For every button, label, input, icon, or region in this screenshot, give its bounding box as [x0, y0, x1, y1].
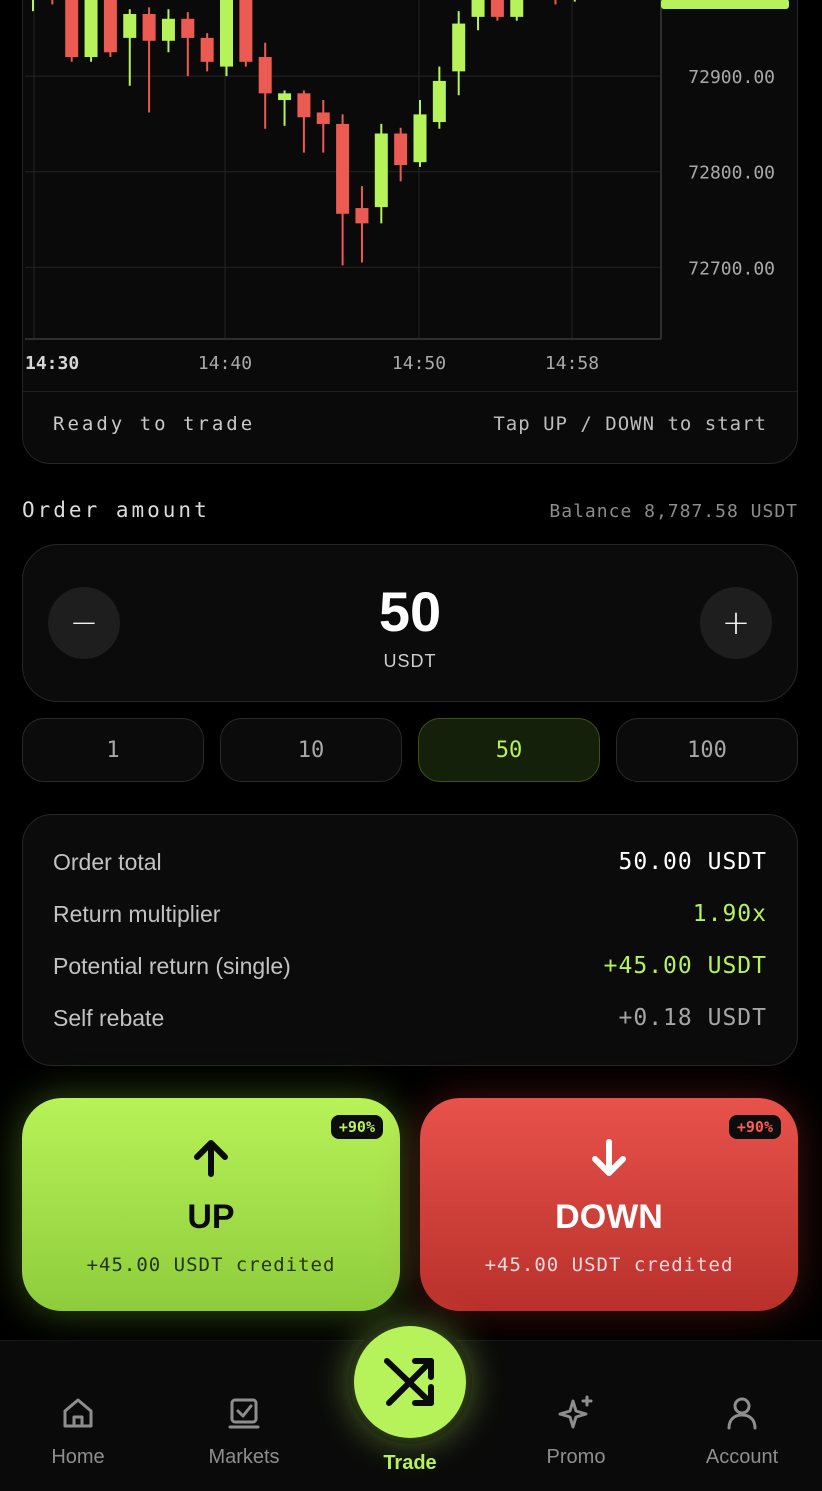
home-icon	[63, 1398, 93, 1428]
nav-account[interactable]: Account	[677, 1341, 807, 1491]
summary-label: Potential return (single)	[53, 953, 291, 979]
candle-down	[142, 14, 156, 41]
down-button-label: DOWN	[555, 1198, 663, 1236]
order-amount-title: Order amount	[22, 498, 210, 522]
nav-home[interactable]: Home	[13, 1341, 143, 1491]
trade-status: Ready to trade	[53, 413, 256, 435]
price-axis-label: 72800.00	[688, 163, 775, 184]
summary-value: +45.00 USDT	[603, 953, 767, 979]
amount-presets: 1 10 50 100	[22, 718, 798, 782]
candle-down	[394, 133, 408, 166]
summary-value: 50.00 USDT	[618, 849, 767, 875]
amount-card: − 50 USDT +	[22, 544, 798, 702]
order-amount-unit: USDT	[383, 651, 437, 671]
candle-up	[84, 0, 98, 58]
summary-row-return-multiplier: Return multiplier 1.90x	[53, 899, 767, 931]
candle-up	[123, 14, 137, 38]
candle-down	[181, 18, 195, 38]
candle-up	[471, 0, 485, 17]
time-axis-label: 14:40	[198, 353, 252, 374]
down-button[interactable]: +90% DOWN +45.00 USDT credited	[420, 1098, 798, 1311]
candle-up	[452, 23, 466, 72]
up-button[interactable]: +90% UP +45.00 USDT credited	[22, 1098, 400, 1311]
trade-fab-inner	[354, 1326, 466, 1438]
arrow-down-icon	[420, 1136, 798, 1185]
candle-up	[278, 93, 292, 101]
candle-down	[239, 0, 253, 62]
summary-row-potential-return: Potential return (single) +45.00 USDT	[53, 951, 767, 983]
up-button-label: UP	[187, 1198, 235, 1236]
preset-button[interactable]: 100	[616, 718, 798, 782]
down-button-subtitle: +45.00 USDT credited	[484, 1254, 734, 1276]
nav-label: Markets	[208, 1446, 280, 1468]
nav-label: Home	[51, 1446, 105, 1468]
order-amount-header: Order amount Balance 8,787.58 USDT	[22, 496, 798, 528]
summary-label: Self rebate	[53, 1005, 165, 1031]
chart-card: 73000.0072900.0072800.0072700.0014:3014:…	[22, 0, 798, 464]
candle-down	[200, 37, 214, 62]
summary-label: Order total	[53, 849, 162, 875]
increase-amount-button[interactable]: +	[700, 587, 772, 659]
nav-trade-label[interactable]: Trade	[348, 1452, 472, 1475]
trade-fab-button[interactable]	[348, 1320, 472, 1444]
summary-row-order-total: Order total 50.00 USDT	[53, 847, 767, 879]
user-icon	[727, 1397, 757, 1430]
candle-down	[297, 93, 311, 118]
trade-icon	[384, 1358, 434, 1406]
candle-down	[490, 0, 504, 17]
nav-promo[interactable]: Promo	[511, 1341, 641, 1491]
candle-down	[336, 123, 350, 214]
order-summary-card: Order total 50.00 USDT Return multiplier…	[22, 814, 798, 1066]
up-button-subtitle: +45.00 USDT credited	[86, 1254, 336, 1276]
summary-row-self-rebate: Self rebate +0.18 USDT	[53, 1003, 767, 1035]
current-price-marker	[661, 0, 789, 9]
candle-up	[220, 0, 233, 67]
candle-up	[374, 133, 388, 208]
arrow-up-icon	[22, 1136, 400, 1185]
markets-icon	[228, 1398, 260, 1429]
candle-down	[65, 0, 79, 58]
chart-status-bar: Ready to trade Tap UP / DOWN to start	[23, 391, 797, 463]
candle-up	[432, 80, 446, 123]
price-axis-label: 72700.00	[688, 258, 775, 279]
balance-label: Balance 8,787.58 USDT	[549, 501, 798, 522]
candle-down	[316, 112, 330, 124]
candle-up	[161, 18, 175, 41]
candle-down	[258, 57, 272, 94]
order-amount-value: 50	[378, 580, 442, 643]
summary-label: Return multiplier	[53, 901, 221, 927]
preset-button-selected[interactable]: 50	[418, 718, 600, 782]
candle-up	[510, 0, 524, 17]
trade-hint: Tap UP / DOWN to start	[493, 413, 767, 435]
preset-button[interactable]: 10	[220, 718, 402, 782]
price-axis-label: 72900.00	[688, 67, 775, 88]
summary-value: +0.18 USDT	[618, 1005, 767, 1031]
time-axis-label: 14:30	[25, 353, 79, 374]
summary-value: 1.90x	[692, 901, 767, 927]
nav-label: Promo	[546, 1446, 606, 1468]
sparkle-icon	[558, 1395, 593, 1429]
price-chart[interactable]: 73000.0072900.0072800.0072700.0014:3014:…	[23, 0, 797, 391]
candle-down	[103, 0, 117, 53]
nav-label: Account	[705, 1446, 779, 1468]
time-axis-label: 14:50	[392, 353, 446, 374]
candle-up	[413, 114, 427, 163]
nav-markets[interactable]: Markets	[179, 1341, 309, 1491]
time-axis-label: 14:58	[545, 353, 599, 374]
preset-button[interactable]: 1	[22, 718, 204, 782]
candle-down	[355, 208, 369, 224]
